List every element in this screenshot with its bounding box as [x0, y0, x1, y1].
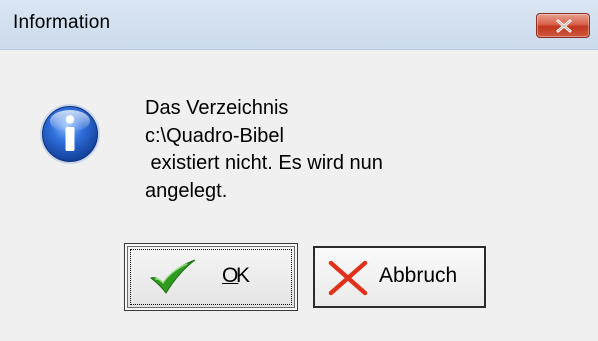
message-line: Das Verzeichnis: [145, 97, 289, 119]
cancel-label: Abbruch: [379, 264, 458, 287]
message-line: existiert nicht. Es wird nun: [145, 152, 383, 174]
ok-button[interactable]: O K: [124, 243, 298, 311]
message-line: angelegt.: [145, 179, 228, 202]
message-dialog: Information Das Verzeichnis c:\Quadro-Bi…: [0, 0, 598, 341]
close-icon: [556, 19, 572, 33]
ok-label: K: [236, 264, 251, 287]
close-button[interactable]: [536, 13, 590, 38]
message-text: Das Verzeichnis c:\Quadro-Bibel existiert…: [145, 95, 383, 205]
message-line: c:\Quadro-Bibel: [145, 124, 284, 147]
title-bar[interactable]: Information: [0, 0, 598, 50]
window-title: Information: [13, 12, 111, 33]
cross-icon: [328, 260, 368, 296]
info-icon: [40, 104, 100, 164]
checkmark-icon: [149, 259, 196, 294]
cancel-button[interactable]: Abbruch: [313, 246, 486, 308]
